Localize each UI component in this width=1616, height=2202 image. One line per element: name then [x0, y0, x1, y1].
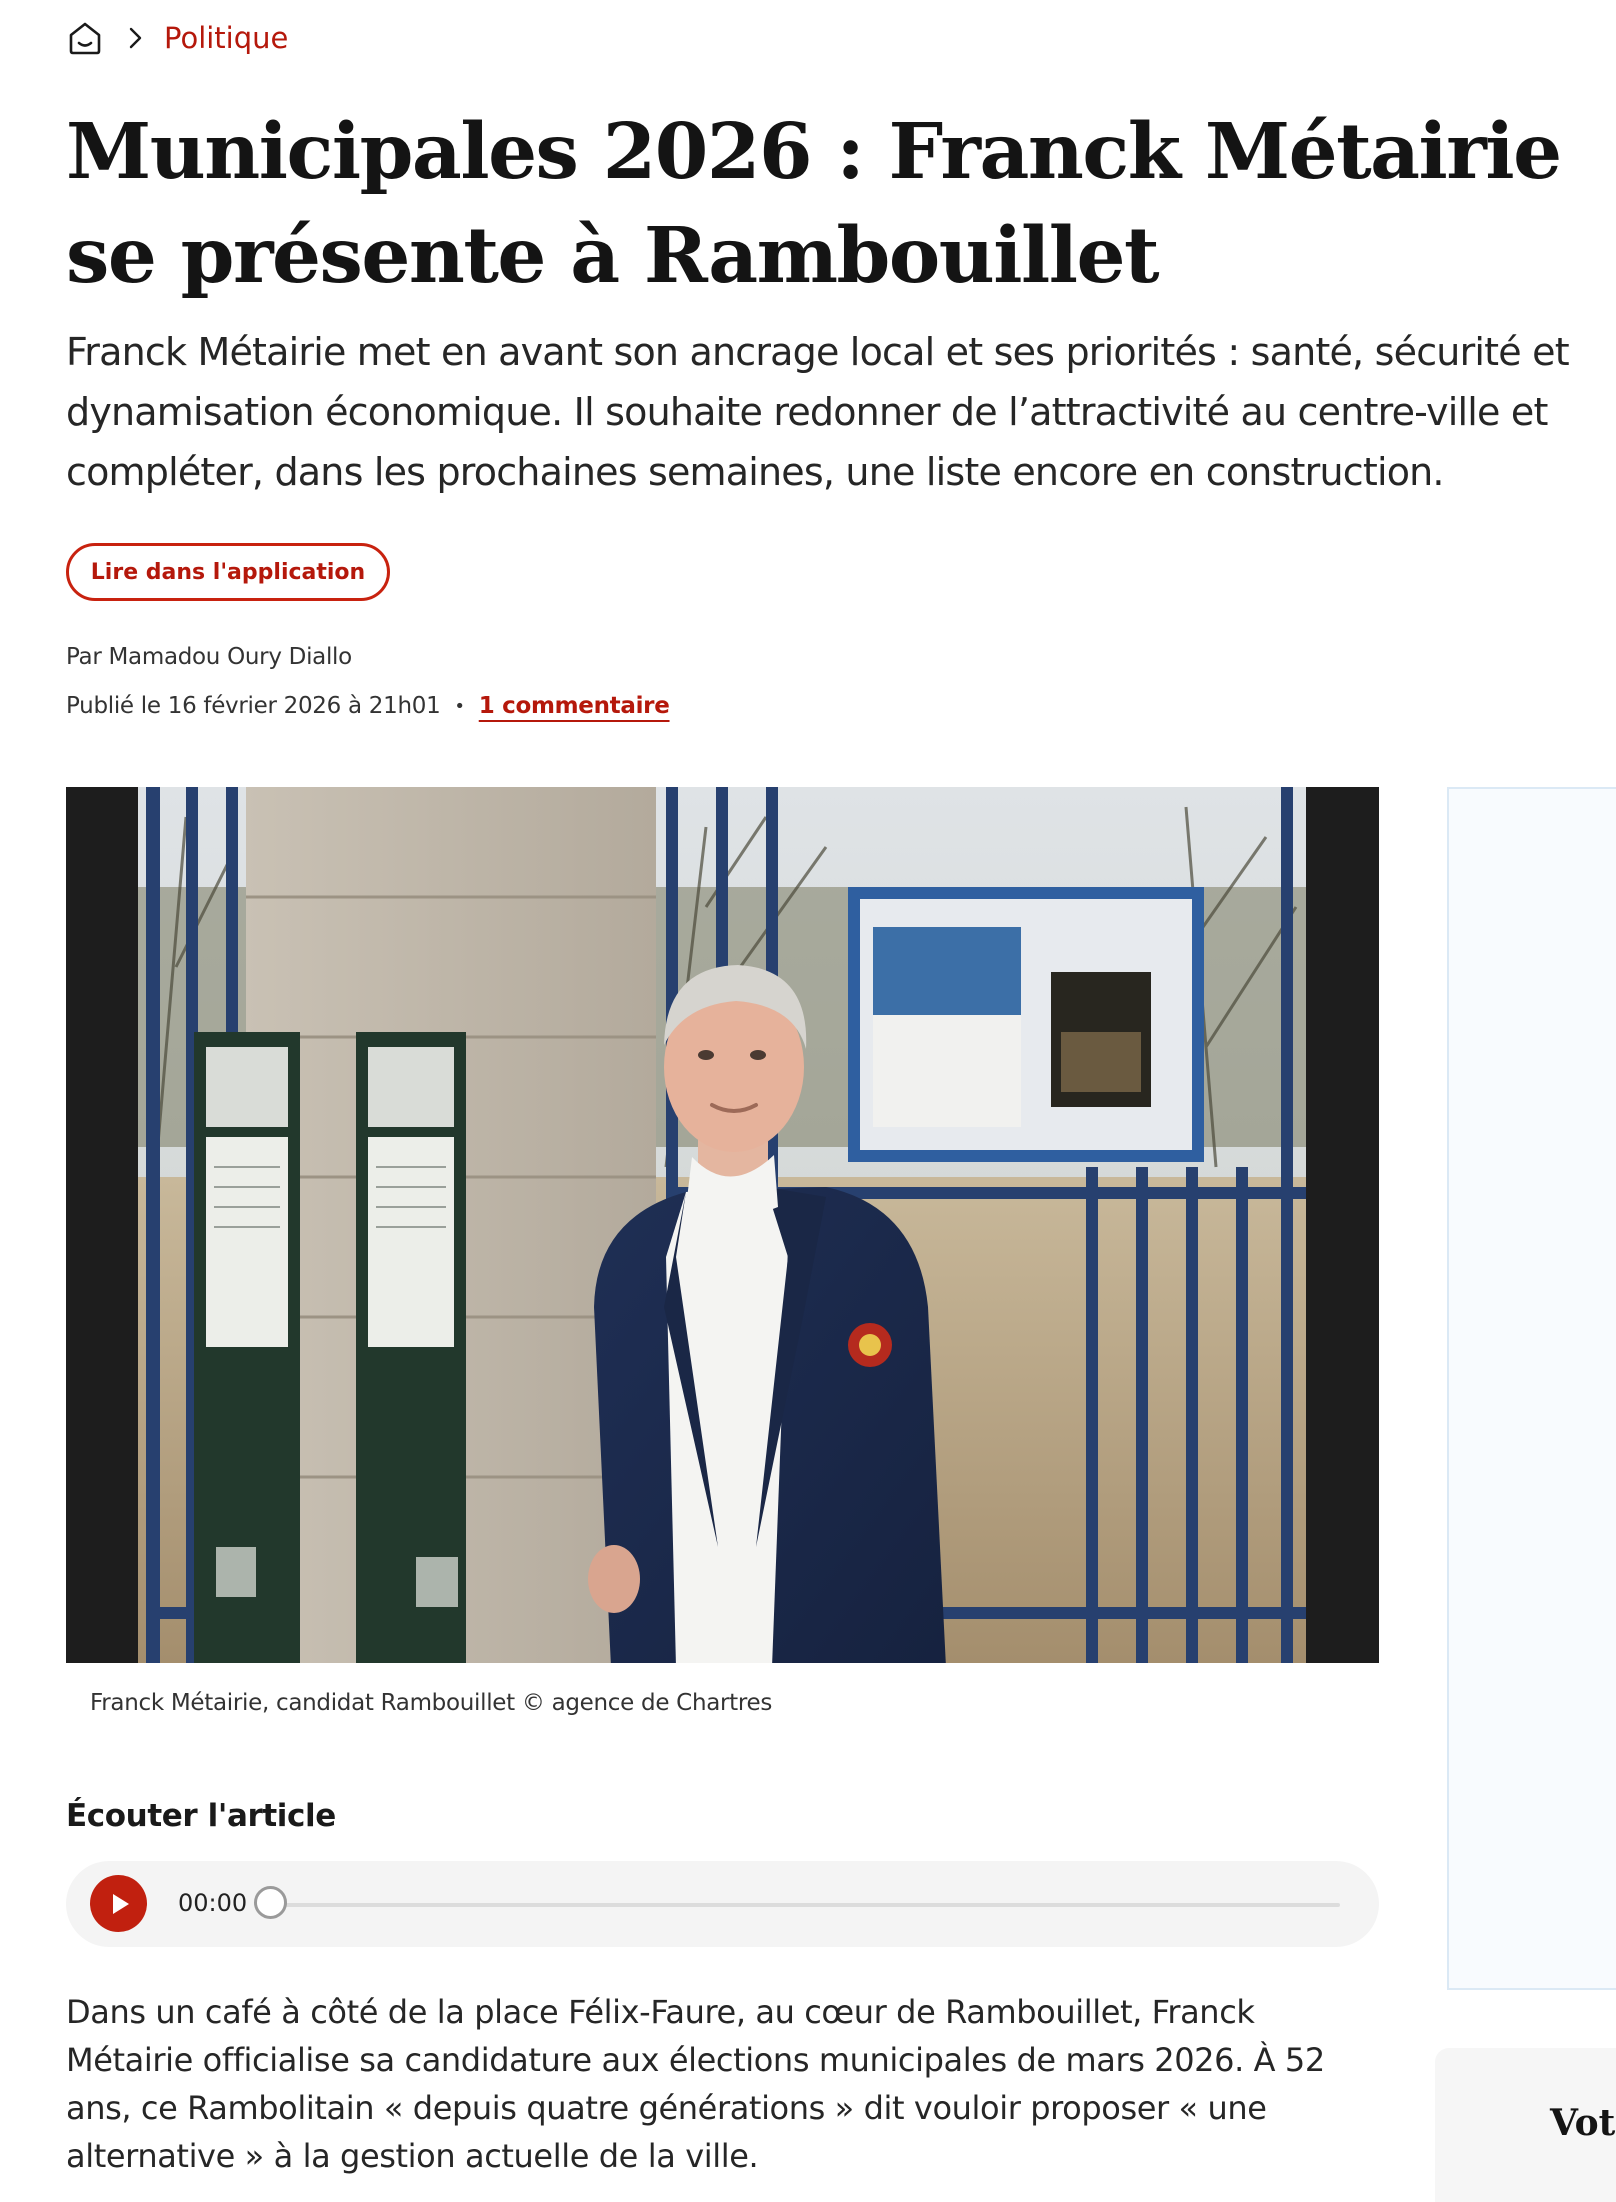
- article-title: Municipales 2026 : Franck Métairie se pr…: [66, 107, 1562, 301]
- publication-date: Publié le 16 février 2026 à 21h01: [66, 693, 441, 719]
- home-icon[interactable]: [66, 19, 104, 57]
- meta-separator: •: [454, 695, 465, 717]
- read-in-app-button[interactable]: Lire dans l'application: [66, 543, 390, 601]
- sidebar-card-title: Vot: [1550, 2102, 1616, 2144]
- chevron-right-icon: [126, 26, 146, 50]
- audio-progress-handle[interactable]: [254, 1886, 287, 1919]
- play-icon: [107, 1891, 131, 1917]
- breadcrumb-section-link[interactable]: Politique: [164, 21, 288, 55]
- audio-progress-track[interactable]: [274, 1903, 1340, 1907]
- sidebar-ad-panel: [1447, 787, 1616, 1990]
- breadcrumb: Politique: [66, 18, 288, 58]
- article-body-paragraph: Dans un café à côté de la place Félix-Fa…: [66, 1993, 1325, 2175]
- comments-link[interactable]: 1 commentaire: [479, 693, 670, 719]
- author-byline: Par Mamadou Oury Diallo: [66, 644, 352, 670]
- current-time: 00:00: [178, 1889, 248, 1917]
- publication-meta: Publié le 16 février 2026 à 21h01 • 1 co…: [66, 689, 670, 723]
- play-button[interactable]: [90, 1875, 147, 1932]
- audio-player: 00:00: [66, 1861, 1379, 1947]
- article-lead: Franck Métairie met en avant son ancrage…: [66, 330, 1570, 494]
- article-photo-image: [66, 787, 1379, 1663]
- sidebar-card: Vot: [1435, 2048, 1616, 2202]
- listen-article-heading: Écouter l'article: [66, 1798, 336, 1834]
- article-photo: [66, 787, 1379, 1663]
- photo-caption: Franck Métairie, candidat Rambouillet © …: [90, 1690, 773, 1716]
